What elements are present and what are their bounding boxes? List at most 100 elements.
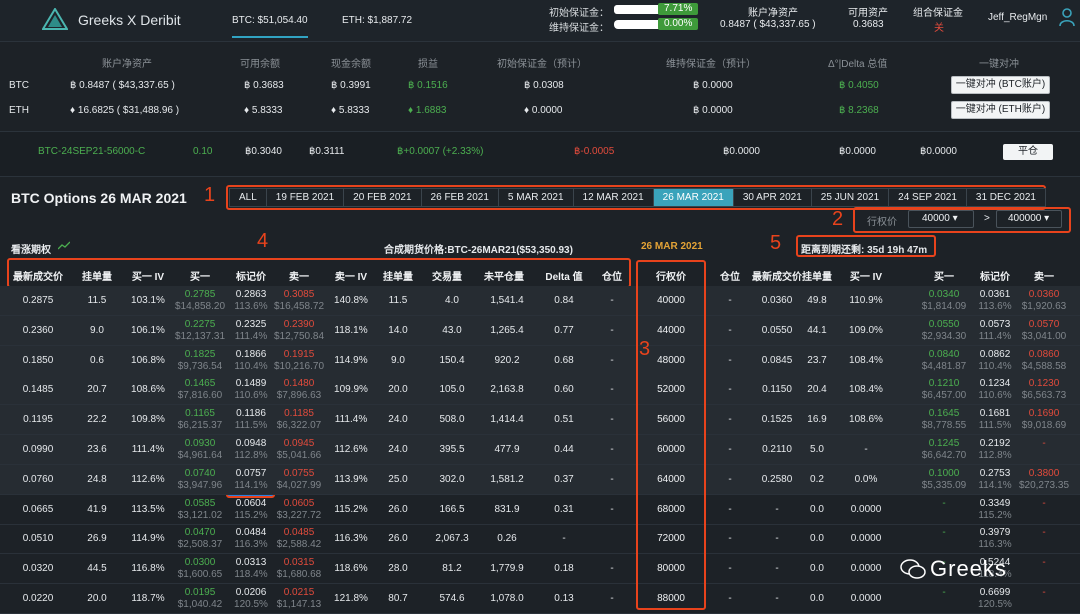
expiry-tab[interactable]: 5 MAR 2021	[498, 188, 574, 207]
column-header[interactable]: 交易量	[415, 268, 479, 283]
price-cell[interactable]: 0.0340 $1,814.09	[916, 289, 972, 313]
column-header[interactable]: 未平仓量	[472, 268, 536, 283]
expiry-tab[interactable]: 12 MAR 2021	[573, 188, 654, 207]
table-row[interactable]: 0.0990 23.6 111.4% 0.0930 $4,961.64 0.0948 112…	[0, 435, 1080, 465]
expiry-tab[interactable]: 26 FEB 2021	[421, 188, 499, 207]
price-cell[interactable]: 0.1681 111.5%	[972, 408, 1018, 432]
price-cell[interactable]: 0.1234 110.6%	[972, 378, 1018, 402]
table-row[interactable]: 0.0220 20.0 118.7% 0.0195 $1,040.42 0.0206 120…	[0, 584, 1080, 614]
expiry-tab[interactable]: 19 FEB 2021	[266, 188, 345, 207]
price-cell[interactable]: 0.1915 $10,216.70	[271, 349, 327, 373]
strike-from-select[interactable]: 40000 ▾	[908, 210, 974, 228]
price-cell[interactable]: 0.1186 111.5%	[228, 408, 274, 432]
tab-eth-price[interactable]: ETH: $1,887.72	[342, 15, 412, 26]
price-cell[interactable]: 0.1210 $6,457.00	[916, 378, 972, 402]
price-cell[interactable]: 0.0215 $1,147.13	[271, 587, 327, 611]
price-cell[interactable]: 0.0840 $4,481.87	[916, 349, 972, 373]
hedge-btc-button[interactable]: 一键对冲 (BTC账户)	[951, 76, 1050, 94]
position-instrument[interactable]: BTC-24SEP21-56000-C	[38, 146, 145, 157]
column-header[interactable]: 最新成交价	[6, 268, 70, 283]
price-cell[interactable]: 0.6699 120.5%	[972, 587, 1018, 611]
price-cell[interactable]: -	[916, 587, 972, 599]
price-cell[interactable]: 0.0206 120.5%	[228, 587, 274, 611]
price-cell[interactable]: 0.0757 114.1%	[228, 468, 274, 492]
close-position-button[interactable]: 平仓	[1003, 144, 1053, 160]
price-cell[interactable]: 0.0604 115.2%	[228, 498, 274, 522]
price-cell[interactable]: -	[1016, 498, 1072, 510]
price-cell[interactable]: 0.0550 $2,934.30	[916, 319, 972, 343]
price-cell[interactable]: 0.0485 $2,588.42	[271, 527, 327, 551]
portfolio-margin-toggle[interactable]: 关	[934, 19, 944, 34]
table-row[interactable]: 0.1485 20.7 108.6% 0.1465 $7,816.60 0.1489 110…	[0, 375, 1080, 406]
strike-to-select[interactable]: 400000 ▾	[996, 210, 1062, 228]
price-cell[interactable]: 0.0360 $1,920.63	[1016, 289, 1072, 313]
expiry-tab[interactable]: 25 JUN 2021	[811, 188, 890, 207]
table-row[interactable]: 0.1195 22.2 109.8% 0.1165 $6,215.37 0.1186 111…	[0, 405, 1080, 436]
price-cell[interactable]: 0.0948 112.8%	[228, 438, 274, 462]
user-icon[interactable]	[1059, 7, 1075, 27]
price-cell[interactable]: 0.1245 $6,642.70	[916, 438, 972, 462]
price-cell[interactable]: 0.0484 116.3%	[228, 527, 274, 551]
price-cell[interactable]: 0.2275 $12,137.31	[172, 319, 228, 343]
price-cell[interactable]: 0.2863 113.6%	[228, 289, 274, 313]
price-cell[interactable]: 0.0945 $5,041.66	[271, 438, 327, 462]
expiry-tab[interactable]: 31 DEC 2021	[966, 188, 1046, 207]
price-cell[interactable]: 0.0470 $2,508.37	[172, 527, 228, 551]
expiry-tab[interactable]: 30 APR 2021	[733, 188, 812, 207]
price-cell[interactable]: 0.0313 118.4%	[228, 557, 274, 581]
price-cell[interactable]: 0.1000 $5,335.09	[916, 468, 972, 492]
column-header[interactable]: 仓位	[580, 268, 644, 283]
price-cell[interactable]: 0.2390 $12,750.84	[271, 319, 327, 343]
price-cell[interactable]: 0.1480 $7,896.63	[271, 378, 327, 402]
table-row[interactable]: 0.0760 24.8 112.6% 0.0740 $3,947.96 0.0757 114…	[0, 464, 1080, 495]
price-cell[interactable]: -	[1016, 557, 1072, 569]
price-cell[interactable]: 0.0860 $4,588.58	[1016, 349, 1072, 373]
price-cell[interactable]: 0.2785 $14,858.20	[172, 289, 228, 313]
price-cell[interactable]: -	[1016, 438, 1072, 450]
price-cell[interactable]: 0.1825 $9,736.54	[172, 349, 228, 373]
price-cell[interactable]: -	[1016, 587, 1072, 599]
tab-btc-price[interactable]: BTC: $51,054.40	[232, 15, 308, 38]
price-cell[interactable]: 0.3349 115.2%	[972, 498, 1018, 522]
table-row[interactable]: 0.0665 41.9 113.5% 0.0585 $3,121.02 0.0604 115…	[0, 495, 1080, 525]
table-row[interactable]: 0.1850 0.6 106.8% 0.1825 $9,736.54 0.1866 110.…	[0, 345, 1080, 376]
price-cell[interactable]: 0.0740 $3,947.96	[172, 468, 228, 492]
table-row[interactable]: 0.2875 11.5 103.1% 0.2785 $14,858.20 0.2863 11…	[0, 286, 1080, 316]
price-cell[interactable]: 0.2325 111.4%	[228, 319, 274, 343]
price-cell[interactable]: -	[916, 527, 972, 539]
price-cell[interactable]: 0.3085 $16,458.72	[271, 289, 327, 313]
column-header[interactable]: 买一 IV	[834, 268, 898, 283]
price-cell[interactable]: 0.0930 $4,961.64	[172, 438, 228, 462]
price-cell[interactable]: 0.1165 $6,215.37	[172, 408, 228, 432]
price-cell[interactable]: 0.1866 110.4%	[228, 349, 274, 373]
price-cell[interactable]: 0.0315 $1,680.68	[271, 557, 327, 581]
price-cell[interactable]: 0.0361 113.6%	[972, 289, 1018, 313]
price-cell[interactable]: 0.0195 $1,040.42	[172, 587, 228, 611]
price-cell[interactable]: -	[916, 498, 972, 510]
price-cell[interactable]: 0.0862 110.4%	[972, 349, 1018, 373]
price-cell[interactable]: 0.1645 $8,778.55	[916, 408, 972, 432]
price-cell[interactable]: 0.0605 $3,227.72	[271, 498, 327, 522]
price-cell[interactable]: 0.2192 112.8%	[972, 438, 1018, 462]
price-cell[interactable]: -	[1016, 527, 1072, 539]
price-cell[interactable]: 0.0570 $3,041.00	[1016, 319, 1072, 343]
price-cell[interactable]: 0.0300 $1,600.65	[172, 557, 228, 581]
expiry-tab[interactable]: 26 MAR 2021	[653, 188, 734, 207]
price-cell[interactable]: 0.1185 $6,322.07	[271, 408, 327, 432]
table-row[interactable]: 0.0510 26.9 114.9% 0.0470 $2,508.37 0.0484 116…	[0, 524, 1080, 555]
price-cell[interactable]: 0.2753 114.1%	[972, 468, 1018, 492]
expiry-tab[interactable]: 20 FEB 2021	[344, 188, 422, 207]
price-cell[interactable]: 0.1230 $6,563.73	[1016, 378, 1072, 402]
expiry-tab[interactable]: ALL	[229, 188, 267, 207]
column-header[interactable]: 卖一	[1012, 268, 1076, 283]
table-row[interactable]: 0.2360 9.0 106.1% 0.2275 $12,137.31 0.2325 111…	[0, 315, 1080, 346]
price-cell[interactable]: 0.0585 $3,121.02	[172, 498, 228, 522]
price-cell[interactable]: 0.1489 110.6%	[228, 378, 274, 402]
expiry-tab[interactable]: 24 SEP 2021	[889, 188, 967, 207]
price-cell[interactable]: 0.3800 $20,273.35	[1016, 468, 1072, 492]
price-cell[interactable]: 0.0755 $4,027.99	[271, 468, 327, 492]
price-cell[interactable]: 0.3979 116.3%	[972, 527, 1018, 551]
price-cell[interactable]: 0.1465 $7,816.60	[172, 378, 228, 402]
username[interactable]: Jeff_RegMgn	[988, 12, 1047, 23]
price-cell[interactable]: 0.1690 $9,018.69	[1016, 408, 1072, 432]
